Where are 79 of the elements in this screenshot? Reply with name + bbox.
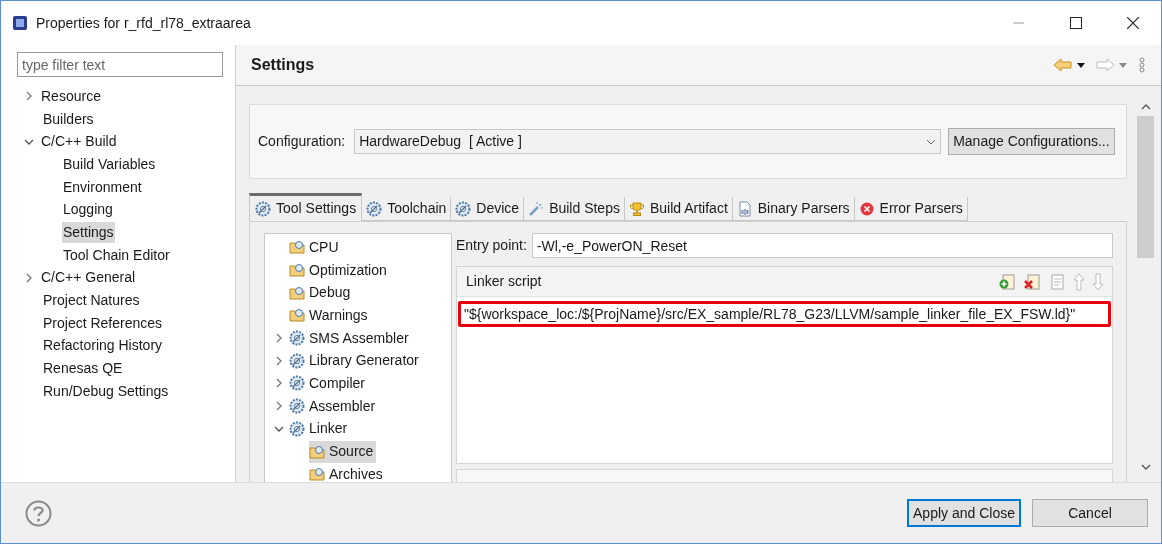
folder-icon bbox=[289, 284, 305, 301]
tool-tree-item[interactable]: CPU bbox=[289, 236, 342, 259]
manage-configurations-button[interactable]: Manage Configurations... bbox=[948, 128, 1115, 155]
tab[interactable]: Error Parsers bbox=[854, 197, 968, 221]
nav-item[interactable]: Project References bbox=[42, 312, 164, 334]
move-up-icon[interactable] bbox=[1073, 272, 1085, 291]
nav-item[interactable]: Build Variables bbox=[62, 153, 157, 175]
error-icon bbox=[858, 200, 875, 217]
nav-item[interactable]: C/C++ Build bbox=[40, 131, 118, 153]
nav-item[interactable]: Project Natures bbox=[42, 290, 141, 312]
nav-item[interactable]: Resource bbox=[40, 85, 102, 107]
gear-icon bbox=[289, 398, 305, 415]
move-down-icon[interactable] bbox=[1092, 272, 1104, 291]
folder-icon bbox=[309, 466, 325, 482]
gear-icon bbox=[255, 200, 271, 217]
entry-point-label: Entry point: bbox=[456, 236, 527, 255]
page-title: Settings bbox=[251, 55, 315, 75]
chevron-down-icon bbox=[926, 138, 937, 145]
tool-tree-item[interactable]: Assembler bbox=[289, 395, 379, 418]
dialog-button[interactable]: Apply and Close bbox=[907, 499, 1021, 527]
add-file-icon[interactable] bbox=[998, 272, 1016, 291]
tool-tree-item[interactable]: Archives bbox=[309, 463, 386, 482]
scrollbar-thumb[interactable] bbox=[1137, 116, 1154, 258]
trophy-icon bbox=[628, 200, 645, 217]
folder-icon bbox=[289, 307, 305, 324]
delete-file-icon[interactable] bbox=[1023, 272, 1041, 291]
nav-item[interactable]: Logging bbox=[62, 199, 114, 221]
tab[interactable]: Build Steps bbox=[524, 197, 625, 221]
binary-file-icon bbox=[736, 200, 753, 217]
gear-icon bbox=[289, 375, 305, 392]
tab[interactable]: Build Artifact bbox=[624, 197, 733, 221]
scroll-up-icon[interactable] bbox=[1140, 104, 1151, 110]
gear-icon bbox=[455, 200, 472, 217]
gear-icon bbox=[366, 200, 383, 217]
maximize-icon bbox=[1069, 17, 1082, 29]
minimize-icon bbox=[1013, 22, 1024, 24]
app-icon bbox=[12, 15, 28, 31]
tool-tree-item[interactable]: SMS Assembler bbox=[289, 327, 412, 350]
dropdown-caret-icon[interactable] bbox=[1077, 62, 1085, 68]
tool-tree-item[interactable]: Warnings bbox=[289, 304, 371, 327]
nav-item[interactable]: C/C++ General bbox=[40, 267, 137, 289]
window-title: Properties for r_rfd_rl78_extraarea bbox=[36, 13, 251, 33]
configuration-label: Configuration: bbox=[258, 132, 346, 151]
folder-icon bbox=[289, 239, 305, 256]
linker-script-entry[interactable]: "${workspace_loc:/${ProjName}/src/EX_sample/RL78_G23/LLVM/sample_linker_file_EX_FSW.ld}" bbox=[458, 301, 1111, 327]
tool-tree-item[interactable]: Debug bbox=[289, 281, 354, 304]
nav-item[interactable]: Renesas QE bbox=[42, 358, 124, 380]
configuration-dropdown[interactable]: HardwareDebug [ Active ] bbox=[354, 129, 942, 154]
gear-icon bbox=[289, 352, 305, 369]
nav-item[interactable]: Run/Debug Settings bbox=[42, 380, 170, 402]
nav-item[interactable]: Builders bbox=[42, 108, 95, 130]
entry-point-field[interactable]: -Wl,-e_PowerON_Reset bbox=[531, 233, 1113, 258]
tool-tree-item[interactable]: Optimization bbox=[289, 259, 390, 282]
edit-file-icon[interactable] bbox=[1048, 272, 1066, 291]
filter-field[interactable]: type filter text bbox=[17, 52, 223, 77]
tab[interactable]: Device bbox=[451, 197, 525, 221]
tool-tree-item[interactable]: Source bbox=[309, 440, 377, 463]
forward-arrow-icon[interactable] bbox=[1095, 58, 1115, 72]
gear-icon bbox=[289, 330, 305, 347]
folder-icon bbox=[309, 443, 325, 460]
more-options-icon[interactable] bbox=[1139, 57, 1145, 73]
nav-item[interactable]: Environment bbox=[62, 176, 143, 198]
wand-icon bbox=[528, 200, 545, 217]
close-icon bbox=[1126, 17, 1139, 29]
help-icon[interactable] bbox=[25, 499, 52, 527]
folder-icon bbox=[289, 262, 305, 279]
scroll-down-icon[interactable] bbox=[1140, 464, 1151, 470]
nav-item[interactable]: Settings bbox=[62, 221, 115, 243]
dialog-button[interactable]: Cancel bbox=[1032, 499, 1148, 527]
gear-icon bbox=[289, 420, 305, 437]
tab[interactable]: Toolchain bbox=[362, 197, 452, 221]
nav-item[interactable]: Refactoring History bbox=[42, 335, 164, 357]
tool-tree-item[interactable]: Linker bbox=[289, 417, 351, 440]
tab[interactable]: Binary Parsers bbox=[732, 197, 855, 221]
nav-item[interactable]: Tool Chain Editor bbox=[62, 244, 171, 266]
tool-tree-item[interactable]: Library Generator bbox=[289, 349, 422, 372]
tab[interactable]: Tool Settings bbox=[249, 193, 363, 221]
linker-script-title: Linker script bbox=[466, 272, 542, 291]
tool-tree-item[interactable]: Compiler bbox=[289, 372, 368, 395]
